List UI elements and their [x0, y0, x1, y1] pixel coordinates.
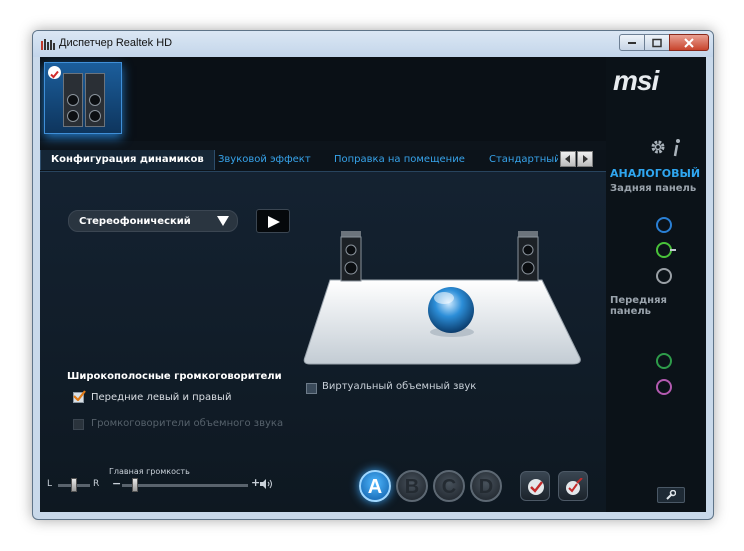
close-button[interactable] — [669, 34, 709, 51]
maximize-icon — [652, 38, 662, 47]
speaker-config-dropdown[interactable]: Стереофонический — [68, 210, 238, 232]
gear-icon[interactable] — [650, 139, 666, 155]
front-jack-green[interactable] — [656, 353, 672, 369]
speaker-stage-diagram — [303, 231, 581, 365]
main-volume-slider-track[interactable] — [122, 484, 248, 487]
window-title: Диспетчер Realtek HD — [59, 37, 173, 49]
jack-plug-indicator — [670, 249, 676, 251]
minimize-button[interactable] — [619, 34, 645, 51]
front-left-speaker-icon — [340, 231, 362, 282]
arrow-right-icon — [583, 155, 588, 163]
tab-bar: Конфигурация динамиков Звуковой эффект П… — [40, 150, 606, 172]
arrow-left-icon — [565, 155, 570, 163]
checkmark-icon — [528, 479, 544, 495]
mode-b-label: B — [404, 476, 420, 498]
front-panel-label: Передняя панель — [610, 295, 667, 317]
device-strip — [40, 57, 606, 141]
front-right-speaker-icon — [517, 231, 539, 282]
default-device-check-icon — [48, 66, 61, 79]
realtek-window: Диспетчер Realtek HD Конфигурация динами… — [32, 30, 714, 520]
speaker-left-icon — [63, 73, 83, 127]
mode-d-button[interactable]: D — [470, 470, 502, 502]
tab-room-correction[interactable]: Поправка на помещение — [334, 154, 465, 165]
speaker-right-icon — [85, 73, 105, 127]
ok-button[interactable] — [520, 471, 550, 501]
speaker-config-panel: Стереофонический Широкополосные громкого… — [40, 172, 606, 512]
balance-slider-thumb[interactable] — [71, 478, 77, 492]
speakers-device-tile[interactable] — [44, 62, 122, 134]
set-default-button[interactable] — [558, 471, 588, 501]
surround-speakers-label: Громкоговорители объемного звука — [91, 418, 284, 429]
play-test-button[interactable] — [256, 209, 290, 233]
dropdown-value: Стереофонический — [79, 216, 191, 227]
realtek-app-icon — [41, 39, 55, 50]
rear-jack-blue[interactable] — [656, 217, 672, 233]
front-jack-pink[interactable] — [656, 379, 672, 395]
title-bar: Диспетчер Realtek HD — [33, 31, 713, 57]
front-lr-label: Передние левый и правый — [91, 392, 232, 403]
minimize-icon — [628, 41, 636, 44]
mode-a-button[interactable]: A — [359, 470, 391, 502]
play-icon — [268, 216, 280, 228]
main-volume-label: Главная громкость — [109, 467, 190, 476]
rear-panel-label: Задняя панель — [610, 183, 697, 194]
mode-d-label: D — [478, 476, 494, 498]
checkmark-icon — [73, 390, 86, 401]
virtual-surround-checkbox[interactable] — [306, 383, 317, 394]
app-content: Конфигурация динамиков Звуковой эффект П… — [40, 57, 706, 512]
tab-speaker-config[interactable]: Конфигурация динамиков — [40, 150, 215, 170]
front-lr-checkbox[interactable] — [73, 390, 86, 403]
balance-left-label: L — [47, 479, 53, 489]
speaker-volume-icon[interactable] — [260, 479, 274, 489]
chevron-down-icon — [217, 216, 229, 226]
rear-jack-gray[interactable] — [656, 268, 672, 284]
mode-c-label: C — [441, 476, 457, 498]
maximize-button[interactable] — [644, 34, 670, 51]
balance-right-label: R — [93, 479, 100, 489]
analog-label: АНАЛОГОВЫЙ — [610, 167, 701, 180]
main-volume-slider-thumb[interactable] — [132, 478, 138, 492]
volume-plus-label: + — [251, 476, 261, 489]
wrench-icon — [666, 490, 676, 500]
surround-speakers-checkbox[interactable] — [73, 419, 84, 430]
connector-settings-button[interactable] — [657, 487, 685, 503]
mode-c-button[interactable]: C — [433, 470, 465, 502]
mode-a-label: A — [367, 476, 383, 498]
tab-sound-effect[interactable]: Звуковой эффект — [218, 154, 311, 165]
mode-b-button[interactable]: B — [396, 470, 428, 502]
tabs-scroll-left-button[interactable] — [560, 151, 576, 167]
msi-logo: msi — [613, 65, 659, 96]
check-edit-icon — [566, 478, 583, 495]
close-icon — [684, 37, 694, 48]
volume-minus-label: − — [112, 477, 122, 490]
tab-standard-format[interactable]: Стандартный ф — [489, 154, 558, 165]
right-panel: msi АНАЛОГОВЫЙ Задняя панель Передняя па… — [606, 57, 706, 512]
info-icon[interactable] — [672, 139, 682, 157]
tabs-scroll-right-button[interactable] — [577, 151, 593, 167]
virtual-surround-label: Виртуальный объемный звук — [322, 381, 477, 392]
fullrange-speakers-heading: Широкополосные громкоговорители — [67, 371, 282, 382]
